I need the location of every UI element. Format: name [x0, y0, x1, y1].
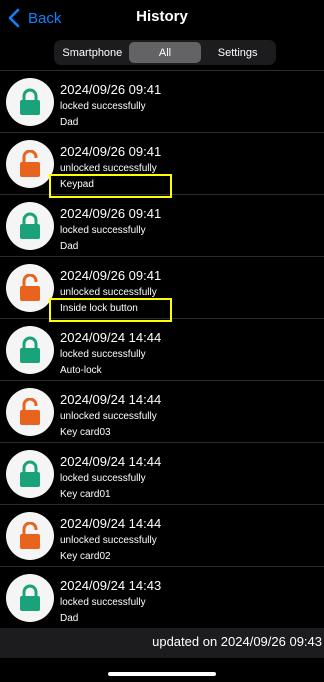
- history-row: 2024/09/26 09:41 unlocked successfully Ins…: [0, 257, 324, 322]
- lock-status-badge: [6, 264, 54, 312]
- entry-source: Dad: [60, 117, 79, 128]
- lock-status-badge: [6, 388, 54, 436]
- lock-status-badge: [6, 202, 54, 250]
- entry-source: Key card03: [60, 427, 111, 438]
- page-title: History: [136, 8, 188, 25]
- entry-time: 2024/09/24 14:44: [60, 454, 162, 469]
- history-row: 2024/09/24 14:43 locked successfully Dad: [0, 567, 324, 628]
- entry-source: Dad: [60, 241, 79, 252]
- entry-status: locked successfully: [60, 473, 146, 484]
- history-list: 2024/09/26 09:41 locked successfully Dad 20…: [0, 70, 324, 628]
- padlock-closed-icon: [20, 584, 40, 611]
- lock-status-badge: [6, 512, 54, 560]
- padlock-open-icon: [20, 398, 40, 425]
- lock-status-badge: [6, 574, 54, 622]
- filter-segmented-control: Smartphone All Settings: [54, 40, 276, 65]
- entry-source: Auto-lock: [60, 365, 102, 376]
- segment-settings[interactable]: Settings: [201, 42, 274, 63]
- entry-time: 2024/09/26 09:41: [60, 82, 162, 97]
- lock-status-badge: [6, 78, 54, 126]
- entry-status: locked successfully: [60, 101, 146, 112]
- footer-bar: updated on 2024/09/26 09:43: [0, 628, 324, 658]
- history-row: 2024/09/24 14:44 unlocked successfully Key…: [0, 505, 324, 567]
- padlock-open-icon: [20, 522, 40, 549]
- history-row: 2024/09/26 09:41 unlocked successfully Key…: [0, 133, 324, 198]
- entry-time: 2024/09/26 09:41: [60, 206, 162, 221]
- history-row: 2024/09/26 09:41 locked successfully Dad: [0, 195, 324, 257]
- home-indicator: [108, 672, 216, 676]
- entry-time: 2024/09/26 09:41: [60, 144, 162, 159]
- padlock-closed-icon: [20, 460, 40, 487]
- history-row: 2024/09/24 14:44 locked successfully Auto-…: [0, 319, 324, 381]
- padlock-closed-icon: [20, 336, 40, 363]
- entry-source: Key card01: [60, 489, 111, 500]
- lock-status-badge: [6, 140, 54, 188]
- updated-timestamp: updated on 2024/09/26 09:43: [152, 634, 322, 649]
- history-row: 2024/09/26 09:41 locked successfully Dad: [0, 71, 324, 133]
- entry-source: Key card02: [60, 551, 111, 562]
- history-row: 2024/09/24 14:44 unlocked successfully Key…: [0, 381, 324, 443]
- padlock-open-icon: [20, 274, 40, 301]
- entry-status: unlocked successfully: [60, 411, 157, 422]
- segment-all[interactable]: All: [128, 42, 202, 63]
- lock-status-badge: [6, 450, 54, 498]
- history-row: 2024/09/24 14:44 locked successfully Key c…: [0, 443, 324, 505]
- entry-status: unlocked successfully: [60, 287, 157, 298]
- entry-status: locked successfully: [60, 597, 146, 608]
- entry-status: unlocked successfully: [60, 163, 157, 174]
- entry-time: 2024/09/26 09:41: [60, 268, 162, 283]
- entry-source: Dad: [60, 613, 79, 624]
- segment-smartphone[interactable]: Smartphone: [56, 42, 129, 63]
- entry-time: 2024/09/24 14:44: [60, 516, 162, 531]
- entry-status: locked successfully: [60, 349, 146, 360]
- entry-status: unlocked successfully: [60, 535, 157, 546]
- entry-status: locked successfully: [60, 225, 146, 236]
- entry-time: 2024/09/24 14:43: [60, 578, 162, 593]
- entry-time: 2024/09/24 14:44: [60, 392, 162, 407]
- lock-status-badge: [6, 326, 54, 374]
- padlock-closed-icon: [20, 212, 40, 239]
- navigation-bar: Back History: [0, 0, 324, 36]
- padlock-closed-icon: [20, 88, 40, 115]
- entry-time: 2024/09/24 14:44: [60, 330, 162, 345]
- padlock-open-icon: [20, 150, 40, 177]
